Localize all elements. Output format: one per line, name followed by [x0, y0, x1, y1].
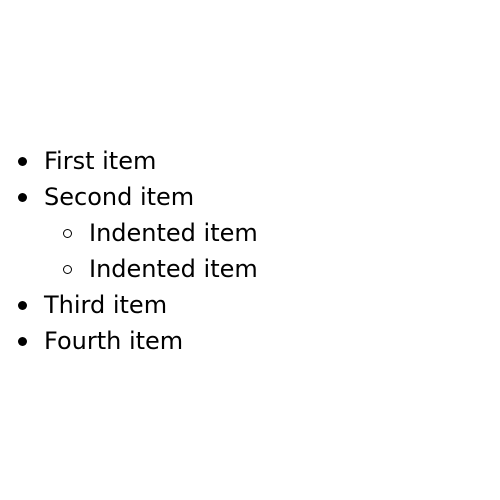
- list-item: Third item: [0, 287, 258, 323]
- list-item: First item: [0, 143, 258, 179]
- disc-bullet-icon: [18, 337, 27, 346]
- circle-bullet-icon: [63, 265, 72, 274]
- list-item-label: Indented item: [89, 219, 258, 247]
- disc-bullet-icon: [18, 301, 27, 310]
- bulleted-list: First item Second item Indented item Ind…: [0, 143, 258, 359]
- list-item-label: Fourth item: [44, 327, 184, 355]
- list-item: Second item: [0, 179, 258, 215]
- list-item-label: Indented item: [89, 255, 258, 283]
- list-item-label: Second item: [44, 183, 195, 211]
- disc-bullet-icon: [18, 157, 27, 166]
- list-item: Fourth item: [0, 323, 258, 359]
- list-item-label: Third item: [44, 291, 168, 319]
- circle-bullet-icon: [63, 229, 72, 238]
- nested-list-item: Indented item: [0, 251, 258, 287]
- nested-list-item: Indented item: [0, 215, 258, 251]
- list-item-label: First item: [44, 147, 157, 175]
- disc-bullet-icon: [18, 193, 27, 202]
